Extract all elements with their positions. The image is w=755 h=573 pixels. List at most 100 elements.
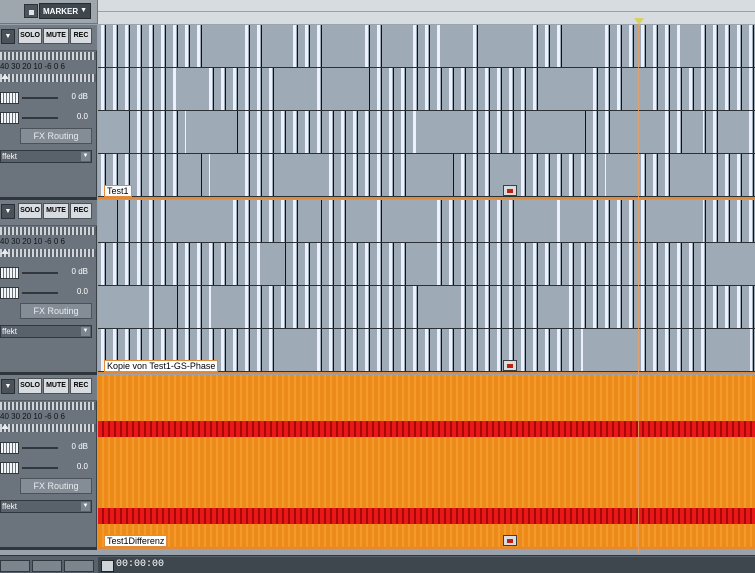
waveform-gap — [680, 25, 701, 68]
clip-fade-icon[interactable] — [503, 535, 517, 546]
level-meter: 40 30 20 10 -6 0 6 — [0, 52, 96, 85]
effect-select-label: ffekt — [2, 502, 17, 511]
volume-knob-icon[interactable] — [0, 442, 19, 454]
waveform-lane[interactable] — [98, 375, 755, 547]
solo-button[interactable]: SOLO — [18, 378, 42, 394]
effect-select[interactable]: ffekt ▼ — [0, 325, 92, 338]
waveform-gap — [278, 68, 311, 111]
waveform-gap — [281, 154, 327, 197]
track-header-buttons: ▼ SOLO MUTE REC — [0, 200, 97, 226]
pan-slider[interactable]: 0.0 — [0, 461, 96, 475]
volume-knob-icon[interactable] — [0, 92, 19, 104]
meter-bar-right — [0, 424, 96, 432]
waveform-gap — [709, 243, 755, 286]
status-tab-2[interactable] — [32, 560, 62, 572]
waveform-gap — [606, 154, 637, 197]
lock-icon[interactable] — [24, 4, 38, 18]
waveform-gap — [411, 243, 437, 286]
waveform-gap — [156, 286, 177, 329]
waveform-gap — [98, 286, 146, 329]
expand-triangle-icon[interactable] — [1, 424, 9, 429]
timecode-display: 00:00:00 — [98, 557, 755, 573]
header-separator — [0, 547, 97, 550]
solo-button[interactable]: SOLO — [18, 28, 42, 44]
playhead-marker-icon[interactable] — [634, 18, 644, 25]
waveform-channel — [98, 286, 755, 329]
waveform-gap — [560, 200, 586, 243]
fx-routing-button[interactable]: FX Routing — [20, 128, 92, 144]
solo-button[interactable]: SOLO — [18, 203, 42, 219]
volume-slider[interactable]: 0 dB — [0, 441, 96, 455]
effect-select[interactable]: ffekt ▼ — [0, 500, 92, 513]
waveform-gap — [564, 25, 598, 68]
status-bar: 00:00:00 — [0, 555, 755, 573]
fx-routing-button[interactable]: FX Routing — [20, 303, 92, 319]
meter-bar-left — [0, 402, 96, 410]
waveform-channel — [98, 200, 755, 243]
volume-slider[interactable]: 0 dB — [0, 91, 96, 105]
waveform-gap — [724, 111, 742, 154]
expand-triangle-icon[interactable] — [1, 74, 9, 79]
rec-button[interactable]: REC — [70, 378, 92, 394]
track-menu-dropdown[interactable]: ▼ — [1, 204, 15, 219]
effect-select-label: ffekt — [2, 152, 17, 161]
volume-knob-icon[interactable] — [0, 267, 19, 279]
waveform-channel — [98, 154, 755, 197]
waveform-lane[interactable] — [98, 200, 755, 372]
track-header-buttons: ▼ SOLO MUTE REC — [0, 375, 97, 401]
effect-select[interactable]: ffekt ▼ — [0, 150, 92, 163]
track-separator — [98, 197, 755, 199]
rec-button[interactable]: REC — [70, 203, 92, 219]
track-separator — [98, 372, 755, 374]
waveform-gap — [182, 154, 201, 197]
marker-label: MARKER — [43, 7, 79, 16]
expand-triangle-icon[interactable] — [1, 249, 9, 254]
chevron-down-icon: ▼ — [81, 502, 90, 511]
rec-button[interactable]: REC — [70, 28, 92, 44]
waveform-gap — [685, 111, 703, 154]
track-separator — [98, 547, 755, 549]
waveform-gap — [518, 200, 552, 243]
meter-bar-right — [0, 249, 96, 257]
waveform-gap — [425, 286, 456, 329]
fx-routing-button[interactable]: FX Routing — [20, 478, 92, 494]
waveform-gap — [264, 25, 291, 68]
clip-fade-icon[interactable] — [503, 360, 517, 371]
waveform-lane[interactable] — [98, 25, 755, 197]
mute-button[interactable]: MUTE — [43, 378, 69, 394]
pan-value: 0.0 — [76, 287, 88, 296]
waveform-gap — [327, 25, 360, 68]
clip-name-label: Test1 — [104, 185, 132, 197]
status-tab-1[interactable] — [0, 560, 30, 572]
meter-bar-left — [0, 52, 96, 60]
pan-slider[interactable]: 0.0 — [0, 111, 96, 125]
waveform-gap — [98, 111, 128, 154]
marker-dropdown[interactable]: MARKER ▼ — [39, 3, 91, 19]
track: ▼ SOLO MUTE REC 40 30 20 10 -6 0 60 dB 0.0 FX … — [0, 375, 755, 550]
difference-band-lower — [98, 508, 755, 524]
track-menu-dropdown[interactable]: ▼ — [1, 379, 15, 394]
volume-value: 0 dB — [71, 267, 88, 276]
pan-knob-icon[interactable] — [0, 462, 19, 474]
mute-button[interactable]: MUTE — [43, 203, 69, 219]
timeline-ruler[interactable] — [97, 0, 755, 24]
pan-knob-icon[interactable] — [0, 287, 19, 299]
clip-fade-icon[interactable] — [503, 185, 517, 196]
volume-rail — [22, 272, 58, 274]
status-tab-3[interactable] — [64, 560, 94, 572]
volume-slider[interactable]: 0 dB — [0, 266, 96, 280]
pan-knob-icon[interactable] — [0, 112, 19, 124]
mute-button[interactable]: MUTE — [43, 28, 69, 44]
waveform-gap — [346, 200, 371, 243]
meter-bar-right — [0, 74, 96, 82]
track-menu-dropdown[interactable]: ▼ — [1, 29, 15, 44]
pan-slider[interactable]: 0.0 — [0, 286, 96, 300]
pan-rail — [22, 467, 58, 469]
pan-rail — [22, 292, 58, 294]
level-meter: 40 30 20 10 -6 0 6 — [0, 227, 96, 260]
waveform-gap — [382, 25, 411, 68]
waveform-gap — [211, 286, 239, 329]
difference-band-upper — [98, 421, 755, 437]
waveform-gap — [478, 25, 531, 68]
waveform-gap — [176, 68, 204, 111]
